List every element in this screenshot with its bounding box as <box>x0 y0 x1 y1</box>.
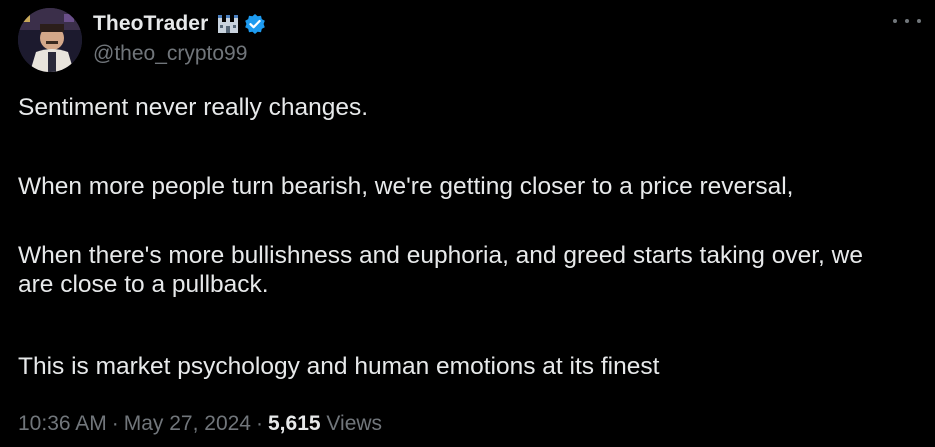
views-count: 5,615 <box>268 412 321 435</box>
tweet-paragraph: Sentiment never really changes. <box>18 94 368 121</box>
tweet-paragraph: When more people turn bearish, we're get… <box>18 173 794 200</box>
separator: · <box>111 412 119 435</box>
display-name[interactable]: TheoTrader <box>93 12 208 36</box>
name-row: TheoTrader <box>93 10 266 38</box>
author-header: TheoTrader @theo_crypto99 <box>93 10 266 66</box>
verified-badge-icon[interactable] <box>244 13 266 35</box>
more-options-button[interactable] <box>893 14 921 28</box>
user-handle[interactable]: @theo_crypto99 <box>93 42 266 66</box>
castle-icon <box>216 14 240 34</box>
tweet-paragraph: When there's more bullishness and euphor… <box>18 242 863 298</box>
tweet-paragraph: This is market psychology and human emot… <box>18 353 660 380</box>
more-dot <box>905 19 909 23</box>
views-label: Views <box>326 412 383 435</box>
tweet-date[interactable]: May 27, 2024 <box>124 412 251 435</box>
more-horizontal-icon <box>893 19 897 23</box>
more-dot <box>917 19 921 23</box>
avatar[interactable] <box>18 8 82 72</box>
tweet-time[interactable]: 10:36 AM <box>18 412 107 435</box>
separator: · <box>256 412 263 435</box>
avatar-image <box>18 8 82 72</box>
tweet-meta: 10:36 AM · May 27, 2024 · 5,615 Views <box>18 412 382 436</box>
tweet-card: TheoTrader @theo_crypto99 Sentiment neve… <box>0 0 935 447</box>
